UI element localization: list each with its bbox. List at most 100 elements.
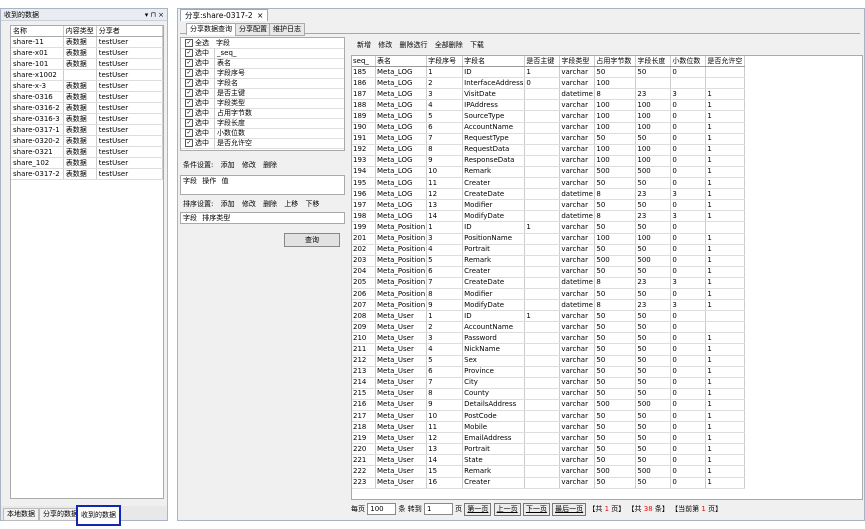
document-tab[interactable]: 分享:share-0317-2 × — [180, 9, 269, 21]
list-item[interactable]: share-11 表数据 testUser — [11, 36, 164, 48]
table-row[interactable]: 193 Meta_LOG 9 ResponseData varchar 100 100 0 1 — [352, 155, 746, 167]
field-checkbox[interactable]: ✓ — [185, 119, 193, 127]
column-header[interactable]: 名称 — [11, 26, 64, 37]
sort-add-button[interactable]: 添加 — [221, 200, 235, 208]
table-row[interactable]: 187 Meta_LOG 3 VisitDate datetime 8 23 3 1 — [352, 88, 746, 101]
close-icon[interactable]: × — [257, 11, 263, 20]
next-page-button[interactable]: 下一页 — [522, 502, 550, 516]
field-checkbox[interactable]: ✓ — [185, 129, 193, 137]
table-row[interactable]: 198 Meta_LOG 14 ModifyDate datetime 8 23 3 1 — [352, 210, 746, 223]
prev-page-button[interactable]: 上一页 — [493, 502, 521, 516]
table-row[interactable]: 209 Meta_User 2 AccountName varchar 50 50 0 — [352, 321, 746, 334]
field-checkbox[interactable]: ✓ — [185, 49, 193, 57]
list-item[interactable]: share-x1002 testUser — [11, 69, 164, 81]
table-row[interactable]: 199 Meta_Position 1 ID 1 varchar 50 50 0 — [352, 221, 746, 234]
table-row[interactable]: 210 Meta_User 3 Password varchar 50 50 0 1 — [352, 332, 746, 345]
field-checkbox[interactable]: ✓ — [185, 79, 193, 87]
table-row[interactable]: 185 Meta_LOG 1 ID 1 varchar 50 50 0 — [352, 66, 746, 79]
table-row[interactable]: 208 Meta_User 1 ID 1 varchar 50 50 0 — [352, 310, 746, 323]
tab-received-data[interactable]: 收到的数据 — [76, 505, 121, 526]
tab-share-data-query[interactable]: 分享数据查询 — [186, 23, 236, 35]
column-header[interactable]: 占用字节数 — [594, 56, 637, 68]
table-row[interactable]: 205 Meta_Position 7 CreateDate datetime 8 23 3 1 — [352, 277, 746, 289]
grid-download-button[interactable]: 下载 — [470, 41, 484, 49]
field-checkbox[interactable]: ✓ — [185, 69, 193, 77]
condition-delete-button[interactable]: 删除 — [263, 161, 277, 169]
table-row[interactable]: 192 Meta_LOG 8 RequestData varchar 100 100 0 1 — [352, 144, 746, 156]
table-row[interactable]: 217 Meta_User 10 PostCode varchar 50 50 0 1 — [352, 410, 746, 423]
condition-add-button[interactable]: 添加 — [221, 161, 235, 169]
list-item[interactable]: share-101 表数据 testUser — [11, 58, 164, 70]
table-row[interactable]: 189 Meta_LOG 5 SourceType varchar 100 100 0 1 — [352, 110, 746, 123]
field-checkbox[interactable]: ✓ — [185, 59, 193, 67]
grid-edit-button[interactable]: 修改 — [378, 41, 392, 49]
table-row[interactable]: 196 Meta_LOG 12 CreateDate datetime 8 23 3 1 — [352, 188, 746, 201]
sort-delete-button[interactable]: 删除 — [263, 200, 277, 208]
list-item[interactable]: share-0317-2 表数据 testUser — [11, 168, 164, 180]
table-row[interactable]: 216 Meta_User 9 DetailsAddress varchar 500 500… — [352, 399, 746, 412]
field-checkbox[interactable]: ✓ — [185, 89, 193, 97]
goto-page-input[interactable]: 1 — [423, 503, 453, 515]
list-item[interactable]: share-0316-2 表数据 testUser — [11, 102, 164, 114]
tab-maintenance-log[interactable]: 维护日志 — [269, 23, 305, 36]
field-row[interactable]: ✓ 选中 是否允许空 — [181, 138, 344, 149]
list-item[interactable]: share-0321 表数据 testUser — [11, 146, 164, 158]
table-row[interactable]: 201 Meta_Position 3 PositionName varchar 100 1… — [352, 233, 746, 245]
table-row[interactable]: 218 Meta_User 11 Mobile varchar 50 50 0 1 — [352, 421, 746, 434]
table-row[interactable]: 206 Meta_Position 8 Modifier varchar 50 50 0 1 — [352, 288, 746, 301]
list-item[interactable]: share_102 表数据 testUser — [11, 157, 164, 169]
tab-local-data[interactable]: 本地数据 — [3, 508, 39, 521]
table-row[interactable]: 194 Meta_LOG 10 Remark varchar 500 500 0 1 — [352, 166, 746, 179]
table-row[interactable]: 197 Meta_LOG 13 Modifier varchar 50 50 0 1 — [352, 199, 746, 212]
select-all-checkbox[interactable]: ✓ — [185, 39, 193, 47]
table-row[interactable]: 223 Meta_User 16 Creater varchar 50 50 0 1 — [352, 477, 746, 489]
table-row[interactable]: 204 Meta_Position 6 Creater varchar 50 50 0 1 — [352, 266, 746, 278]
list-item[interactable]: share-0316 表数据 testUser — [11, 91, 164, 103]
column-header[interactable]: seq_ — [352, 56, 376, 68]
first-page-button[interactable]: 第一页 — [464, 502, 492, 516]
table-row[interactable]: 215 Meta_User 8 County varchar 50 50 0 1 — [352, 388, 746, 400]
list-item[interactable]: share-0320-2 表数据 testUser — [11, 135, 164, 147]
query-button[interactable]: 查询 — [284, 233, 340, 247]
table-row[interactable]: 191 Meta_LOG 7 RequestType varchar 50 50 0 1 — [352, 133, 746, 145]
grid-delete-selected-button[interactable]: 删除选行 — [399, 41, 427, 49]
table-row[interactable]: 202 Meta_Position 4 Portrait varchar 50 50 0 1 — [352, 244, 746, 256]
grid-add-button[interactable]: 新增 — [357, 41, 371, 49]
column-header[interactable]: 分享者 — [96, 26, 164, 37]
column-header[interactable]: 表名 — [375, 56, 428, 68]
table-row[interactable]: 213 Meta_User 6 Province varchar 50 50 0 1 — [352, 366, 746, 378]
list-item[interactable]: share-x01 表数据 testUser — [11, 47, 164, 59]
column-header[interactable]: 内容类型 — [63, 26, 97, 37]
field-checkbox[interactable]: ✓ — [185, 139, 193, 147]
column-header[interactable]: 是否主键 — [524, 56, 561, 68]
column-header[interactable]: 字段序号 — [426, 56, 464, 68]
column-header[interactable]: 字段名 — [462, 56, 526, 68]
field-checkbox[interactable]: ✓ — [185, 99, 193, 107]
sort-edit-button[interactable]: 修改 — [242, 200, 256, 208]
table-row[interactable]: 214 Meta_User 7 City varchar 50 50 0 1 — [352, 377, 746, 389]
column-header[interactable]: 是否允许空 — [705, 56, 746, 68]
last-page-button[interactable]: 最后一页 — [552, 502, 587, 516]
column-header[interactable]: 小数位数 — [670, 56, 707, 68]
table-row[interactable]: 211 Meta_User 4 NickName varchar 50 50 0 1 — [352, 343, 746, 356]
grid-delete-all-button[interactable]: 全部删除 — [435, 41, 463, 49]
table-row[interactable]: 219 Meta_User 12 EmailAddress varchar 50 50 0 1 — [352, 432, 746, 445]
condition-edit-button[interactable]: 修改 — [242, 161, 256, 169]
sort-move-down-button[interactable]: 下移 — [306, 200, 320, 208]
list-item[interactable]: share-0317-1 表数据 testUser — [11, 124, 164, 136]
table-row[interactable]: 188 Meta_LOG 4 IPAddress varchar 100 100 0 1 — [352, 99, 746, 112]
list-item[interactable]: share-0316-3 表数据 testUser — [11, 113, 164, 125]
field-checkbox[interactable]: ✓ — [185, 109, 193, 117]
table-row[interactable]: 195 Meta_LOG 11 Creater varchar 50 50 0 1 — [352, 177, 746, 190]
table-row[interactable]: 221 Meta_User 14 State varchar 50 50 0 1 — [352, 454, 746, 467]
table-row[interactable]: 212 Meta_User 5 Sex varchar 50 50 0 1 — [352, 355, 746, 367]
table-row[interactable]: 203 Meta_Position 5 Remark varchar 500 500 0 1 — [352, 255, 746, 267]
panel-window-controls[interactable]: ▾ ⊓ × — [145, 9, 164, 21]
column-header[interactable]: 字段长度 — [635, 56, 672, 68]
sort-move-up-button[interactable]: 上移 — [284, 200, 298, 208]
table-row[interactable]: 220 Meta_User 13 Portrait varchar 50 50 0 1 — [352, 443, 746, 456]
table-row[interactable]: 222 Meta_User 15 Remark varchar 500 500 0 1 — [352, 465, 746, 478]
column-header[interactable]: 字段类型 — [559, 56, 596, 68]
list-item[interactable]: share-x-3 表数据 testUser — [11, 80, 164, 92]
per-page-input[interactable]: 100 — [367, 503, 397, 515]
